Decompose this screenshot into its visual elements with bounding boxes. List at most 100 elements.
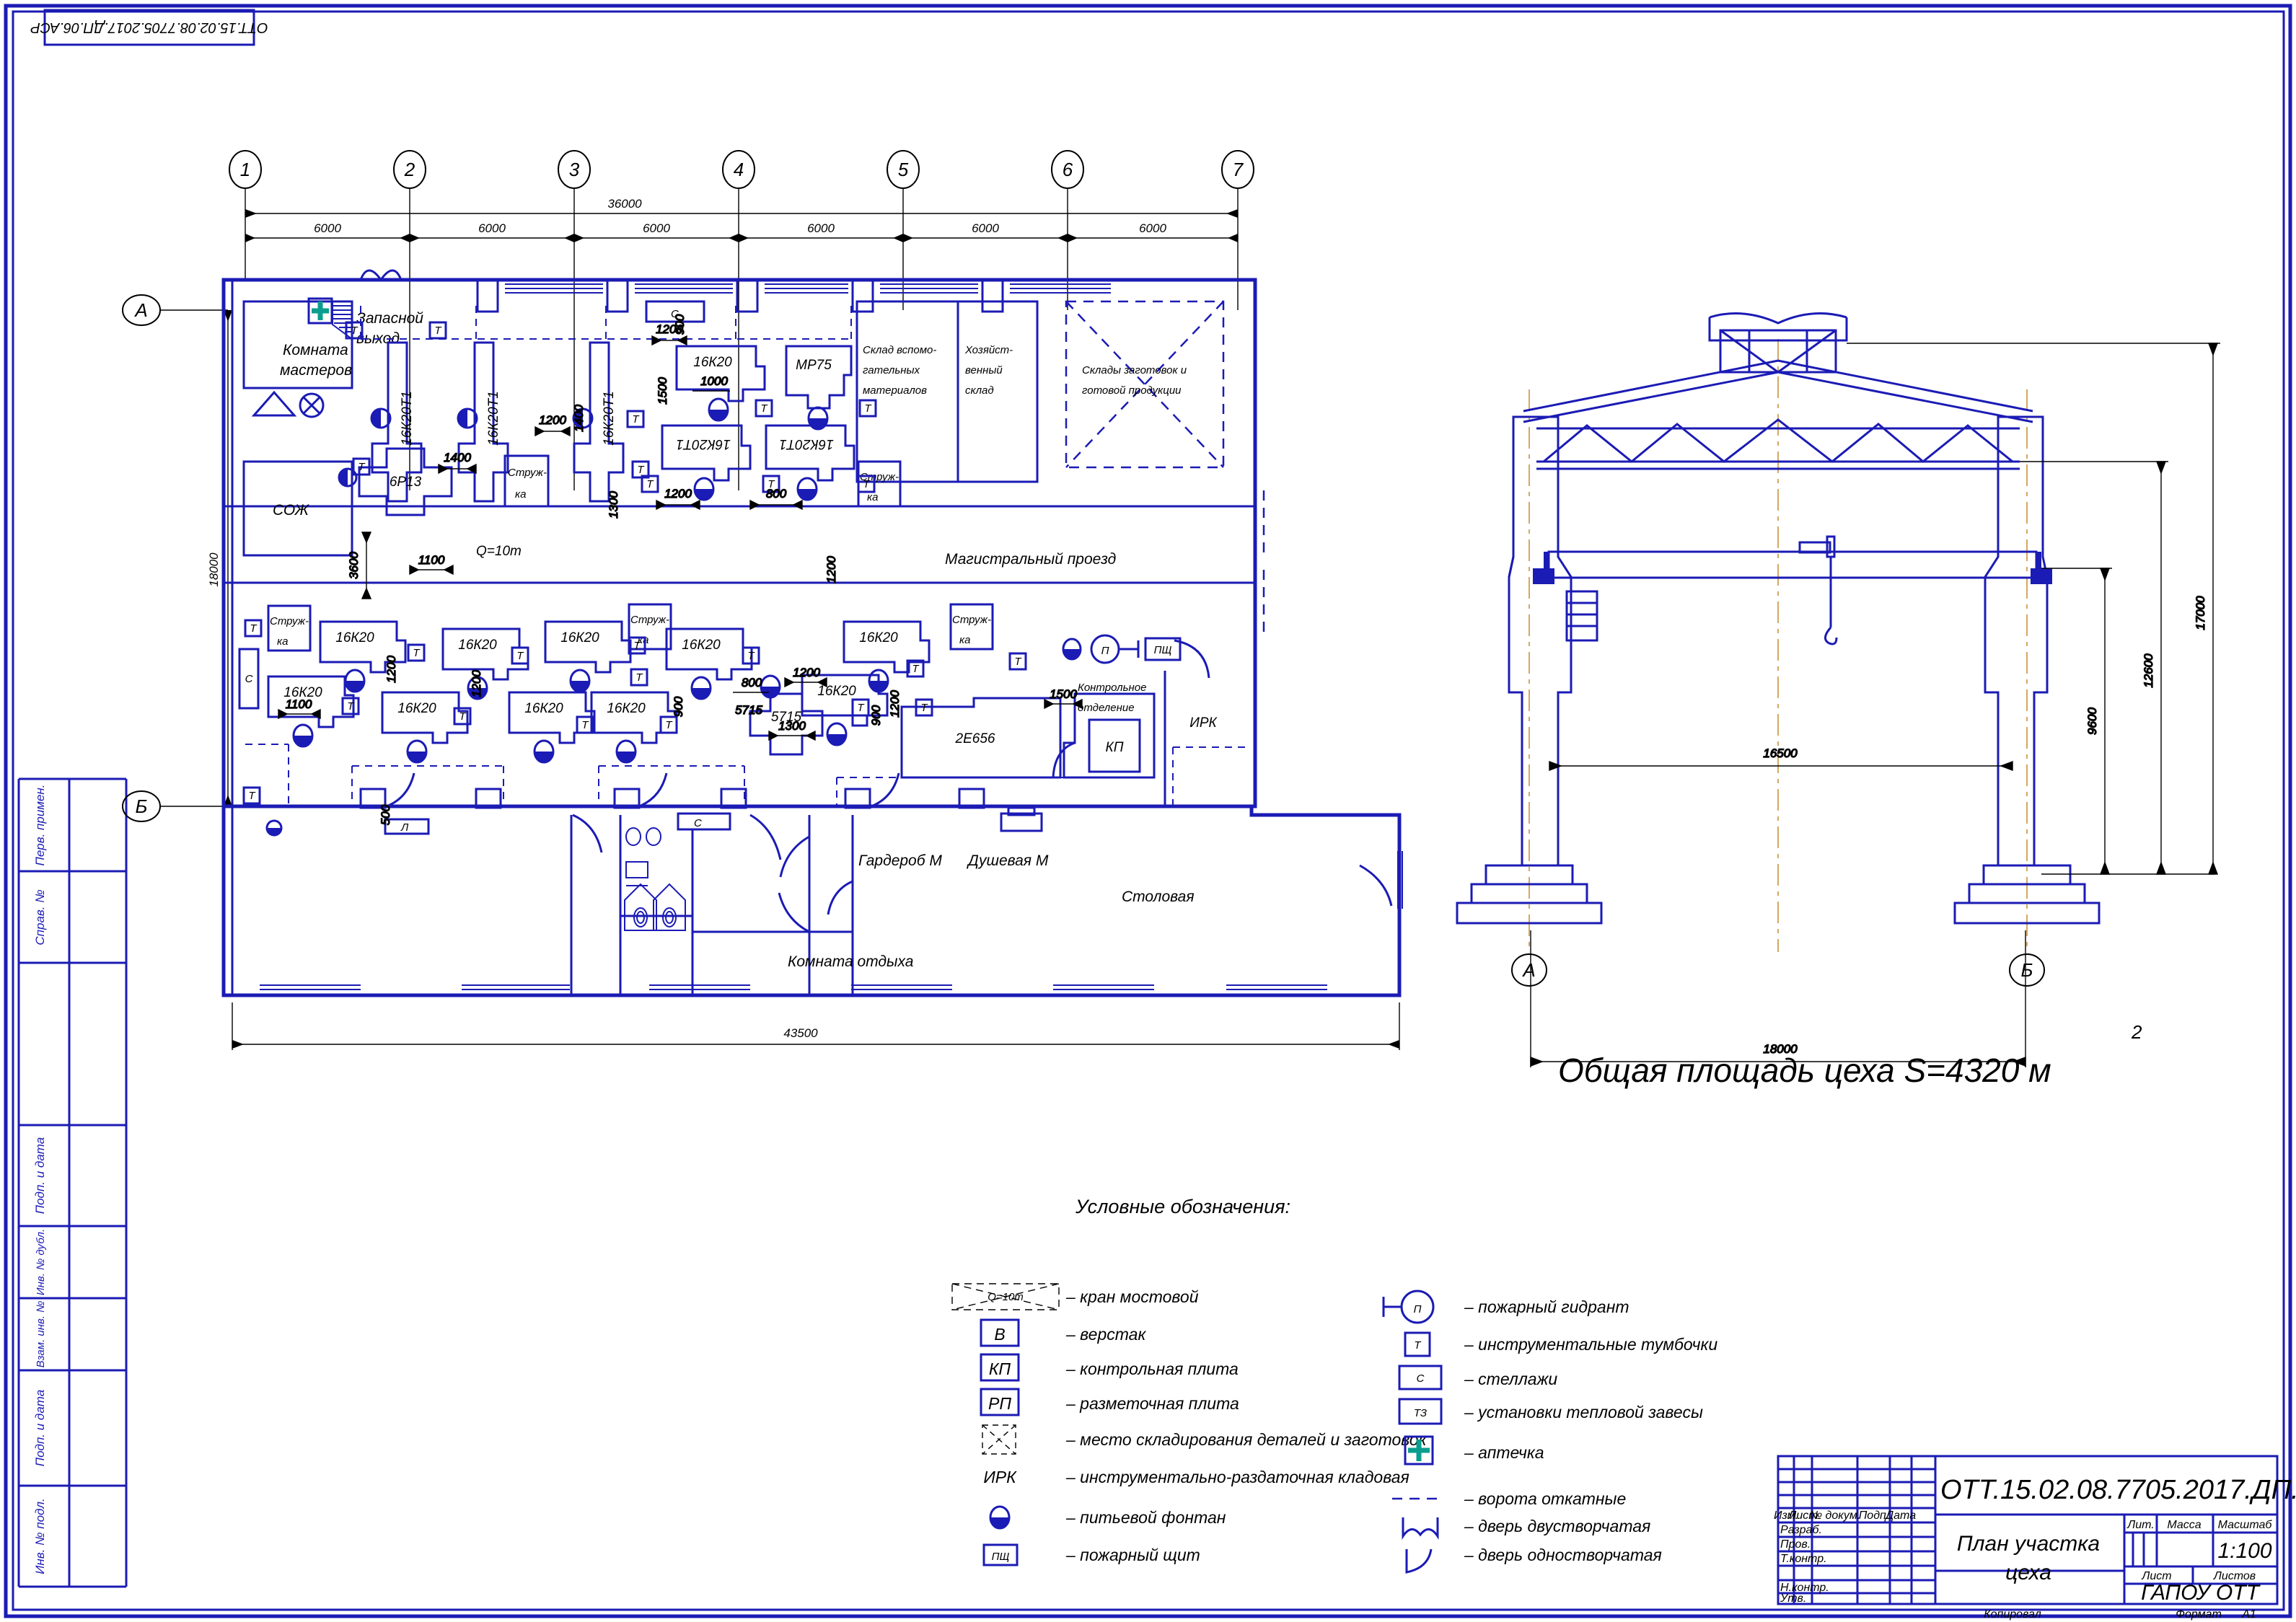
grid-label-7: 7	[1233, 159, 1244, 180]
machine-lathe-l7: 16К20	[381, 691, 469, 764]
tb-row-0: Разраб.	[1780, 1524, 1822, 1536]
machine-label-6r13: 6Р13	[390, 475, 422, 490]
room-label-exit-l1: Запасной	[356, 310, 423, 327]
dim-overall-label: 43500	[783, 1026, 818, 1040]
grid-label-5: 5	[898, 159, 909, 180]
tb-copied-label: Копировал	[1984, 1608, 2041, 1621]
svg-text:Т: Т	[248, 790, 256, 802]
plan-outer-walls	[221, 278, 1257, 808]
dim-900a: 900	[672, 696, 685, 717]
legend-label-storage: – место складирования деталей и заготово…	[1065, 1430, 1428, 1449]
svg-text:Т: Т	[747, 650, 755, 662]
room-label-house-2: венный	[965, 364, 1003, 376]
machine-label-lathe-5: 16К20Т1	[676, 436, 731, 451]
room-label-masters-l2: мастеров	[280, 362, 352, 379]
room-label-house-1: Хозяйст-	[964, 344, 1013, 356]
shelving-lower-left: С	[238, 648, 260, 710]
legend-tool-inner: Т	[1414, 1339, 1422, 1352]
title-block: Изм. Лист № докум. Подп. Дата Разраб. Пр…	[1774, 1455, 2296, 1621]
legend-title: Условные обозначения:	[1075, 1196, 1290, 1217]
svg-text:Т: Т	[912, 663, 920, 675]
legend-label-double-door: – дверь двустворчатая	[1464, 1517, 1650, 1535]
chip-label-5a: Струж-	[952, 614, 991, 626]
legend-icon-double-door	[1402, 1517, 1439, 1540]
legend-label-sliding-gate: – ворота откатные	[1464, 1489, 1626, 1508]
top-dimension-chain: 36000 6000 6000 6000 6000 6000 6000	[245, 197, 1238, 242]
stamp-cell-3: Инв. № дубл.	[35, 1229, 47, 1295]
svg-text:Т: Т	[760, 402, 768, 415]
tb-row-5: Утв.	[1780, 1592, 1806, 1605]
designation-upside-down: ОТТ.15.02.08.7705.2017.ДП.06.АСР	[30, 19, 268, 35]
dim-span: 18000	[207, 552, 221, 587]
safety-cluster: П ПЩ	[1062, 634, 1182, 664]
svg-text:Т: Т	[646, 478, 654, 490]
machine-label-l3: 16К20	[560, 630, 599, 645]
dim-bay-5: 6000	[972, 221, 999, 235]
shop-bottom-openings	[359, 772, 985, 809]
machine-mr75: МР75	[785, 345, 853, 431]
machine-label-l9: 16К20	[607, 701, 646, 716]
dim-1300b: 1300	[778, 719, 806, 733]
svg-text:Т: Т	[665, 719, 673, 731]
dim-900c: 900	[673, 314, 687, 335]
legend-icon-marking-plate: РП	[980, 1388, 1020, 1416]
machine-label-l8: 16К20	[524, 701, 563, 716]
dim-3600: 3600	[347, 552, 361, 579]
dim-truss-height: 12600	[2142, 653, 2155, 688]
plan-storage-rooms: Склад вспомо- гательных материалов Хозяй…	[855, 300, 1265, 635]
svg-text:Т: Т	[864, 402, 872, 415]
chip-box-lower-1: Струж- ка	[267, 604, 312, 652]
dim-rail-height: 9600	[2085, 708, 2099, 735]
machine-label-l2: 16К20	[458, 638, 497, 653]
dim-1200g: 1200	[470, 670, 483, 697]
dim-1100a: 1100	[418, 553, 445, 567]
room-label-aux-1: Склад вспомо-	[863, 344, 936, 356]
legend-icon-control-plate: КП	[980, 1353, 1020, 1382]
chip-label-3a: Струж-	[270, 615, 309, 627]
tb-scale-label: Масштаб	[2218, 1519, 2273, 1531]
control-plate-label: КП	[1106, 740, 1124, 755]
stamp-cell-1: Справ. №	[33, 889, 47, 945]
room-label-soj: СОЖ	[273, 502, 310, 519]
legend-icon-shelving: С	[1398, 1365, 1443, 1390]
tb-title-1: План участка	[1957, 1532, 2100, 1556]
svg-text:Т: Т	[413, 647, 421, 659]
dim-bay-4: 6000	[807, 221, 835, 235]
dim-1000: 1000	[700, 374, 728, 388]
legend-icon-tool-cabinet: Т	[1404, 1331, 1431, 1357]
grid-bubbles-left: А Б 18000	[122, 294, 232, 822]
legend-label-heat-curtain: – установки тепловой завесы	[1464, 1403, 1703, 1422]
control-label-2: отделение	[1078, 702, 1135, 714]
legend-label-bench: – верстак	[1065, 1325, 1146, 1344]
machine-label-l10: 16К20	[817, 684, 856, 699]
legend-crane-inner: Q=10т	[988, 1291, 1024, 1303]
grid-label-4: 4	[734, 159, 744, 180]
machine-label-lathe-4: 16К20	[693, 355, 732, 370]
tb-col-2: № докум.	[1810, 1509, 1860, 1522]
grid-label-1: 1	[240, 159, 250, 180]
chip-label-1a: Струж-	[508, 467, 547, 479]
legend-left-column: Q=10т – кран мостовой В – верстак КП – к…	[951, 1283, 1428, 1566]
legend-icon-heat-curtain: ТЗ	[1398, 1398, 1443, 1425]
tb-mass-label: Масса	[2167, 1519, 2201, 1531]
stamp-cell-2: Подп. и дата	[33, 1137, 47, 1214]
chip-label-1b: ка	[515, 488, 526, 501]
tb-format-label: Формат	[2176, 1608, 2222, 1621]
area-note-superscript: 2	[2131, 1021, 2142, 1043]
dim-bay-2: 6000	[478, 221, 506, 235]
machine-label-lathe-2: 16К20Т1	[486, 391, 501, 446]
legend-label-rp: – разметочная плита	[1065, 1394, 1239, 1413]
dim-bay-6: 6000	[1139, 221, 1166, 235]
machine-lathe-l9: 16К20	[590, 691, 678, 764]
stamp-cell-0: Перв. примен.	[33, 785, 47, 866]
tb-title-2: цеха	[2005, 1561, 2051, 1584]
dim-800: 800	[766, 487, 787, 501]
svg-text:Т: Т	[250, 622, 258, 635]
svg-text:ПЩ: ПЩ	[1154, 644, 1172, 656]
chip-label-3b: ка	[277, 635, 288, 648]
svg-text:Т: Т	[516, 650, 524, 662]
machine-label-lathe-1: 16К20Т1	[400, 391, 415, 446]
dim-total-length: 36000	[607, 197, 642, 211]
legend-label-kp: – контрольная плита	[1065, 1359, 1239, 1378]
room-label-masters-l1: Комната	[283, 342, 348, 358]
